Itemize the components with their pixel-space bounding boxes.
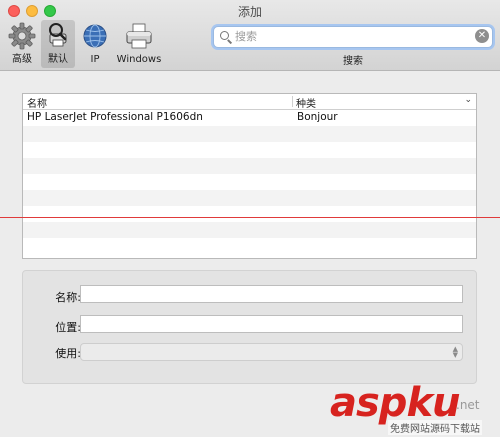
printer-row <box>23 126 476 142</box>
windows-printer-icon <box>124 22 154 53</box>
printer-kind-cell: Bonjour <box>297 111 338 123</box>
select-arrows-icon: ▲ ▼ <box>452 345 458 359</box>
column-divider <box>292 96 293 107</box>
printer-rows: HP LaserJet Professional P1606dn Bonjour <box>23 110 476 254</box>
toolbar-default-label: 默认 <box>48 54 68 65</box>
name-label: 名称: <box>55 291 81 304</box>
toolbar-advanced-label: 高级 <box>12 54 32 65</box>
list-header: 名称 种类 ⌄ <box>23 94 476 110</box>
watermark-logo: aspku .net 免费网站源码下载站 <box>328 382 500 437</box>
printer-row <box>23 222 476 238</box>
toolbar-windows-label: Windows <box>116 54 162 65</box>
search-field: ✕ <box>213 26 493 48</box>
watermark-tagline: 免费网站源码下载站 <box>388 420 482 435</box>
printer-row <box>23 174 476 190</box>
toolbar-ip-label: IP <box>90 54 100 65</box>
printer-row <box>23 158 476 174</box>
use-label: 使用: <box>55 347 81 360</box>
search-input[interactable] <box>235 28 465 44</box>
watermark-brand: aspku <box>330 382 461 424</box>
printer-row[interactable]: HP LaserJet Professional P1606dn Bonjour <box>23 110 476 126</box>
printer-row <box>23 206 476 222</box>
chevron-down-icon[interactable]: ⌄ <box>464 95 472 105</box>
column-header-kind[interactable]: 种类 <box>296 95 316 110</box>
toolbar-ip-button[interactable]: IP <box>78 20 112 68</box>
column-header-name[interactable]: 名称 <box>27 95 47 110</box>
search-caption: 搜索 <box>343 56 363 67</box>
gear-icon <box>8 22 36 53</box>
clear-search-icon[interactable]: ✕ <box>475 29 489 43</box>
globe-icon <box>81 22 109 53</box>
toolbar-windows-button[interactable]: Windows <box>114 20 164 68</box>
printer-row <box>23 190 476 206</box>
name-field[interactable] <box>80 285 463 303</box>
printer-row <box>23 238 476 254</box>
printer-details-panel: 名称: 位置: 使用: ▲ ▼ <box>22 270 477 384</box>
toolbar-default-button[interactable]: 默认 <box>41 20 75 68</box>
search-icon <box>220 31 229 40</box>
printer-name-cell: HP LaserJet Professional P1606dn <box>27 111 203 123</box>
default-printer-icon <box>44 22 72 53</box>
location-field[interactable] <box>80 315 463 333</box>
toolbar-advanced-button[interactable]: 高级 <box>5 20 39 68</box>
use-driver-select[interactable]: ▲ ▼ <box>80 343 463 361</box>
red-annotation-line <box>0 217 500 218</box>
window-title: 添加 <box>237 5 262 19</box>
printer-list: 名称 种类 ⌄ HP LaserJet Professional P1606dn… <box>22 93 477 259</box>
toolbar: 添加 高级 默认 IP Windows 搜索 ✕ 搜索 <box>0 0 500 71</box>
add-printer-window: 添加 高级 默认 IP Windows 搜索 ✕ 搜索 名称 种类 ⌄ HP L… <box>0 0 500 437</box>
printer-row <box>23 142 476 158</box>
location-label: 位置: <box>55 321 81 334</box>
watermark-suffix: .net <box>456 398 480 412</box>
